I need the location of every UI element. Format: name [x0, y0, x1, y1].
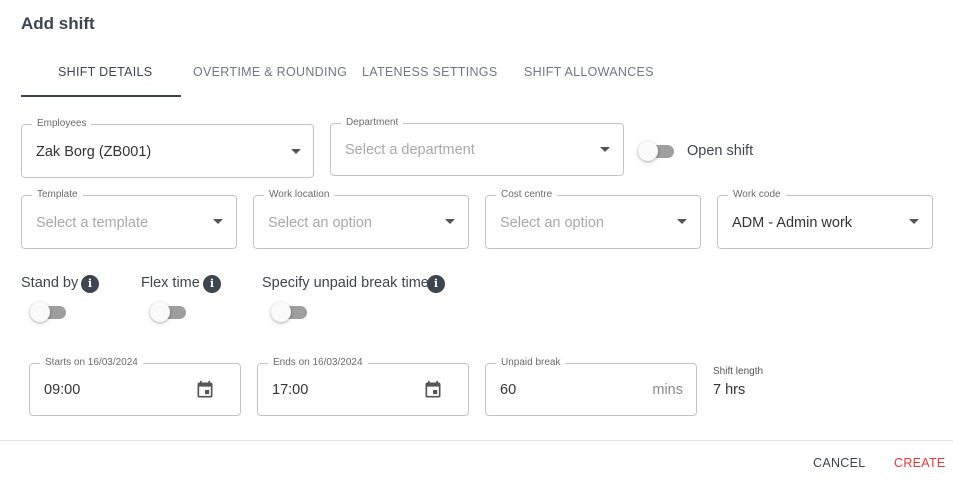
toggle-thumb — [30, 302, 50, 322]
info-icon[interactable]: i — [203, 275, 221, 293]
template-placeholder: Select a template — [36, 215, 149, 231]
start-time-value: 09:00 — [44, 382, 81, 398]
open-shift-label: Open shift — [687, 143, 754, 159]
chevron-down-icon — [909, 219, 919, 224]
cost-centre-placeholder: Select an option — [500, 215, 604, 231]
work-location-select[interactable]: Work location Select an option — [253, 189, 469, 249]
unpaid-break-suffix: mins — [652, 382, 683, 398]
dialog-title: Add shift — [21, 14, 95, 33]
work-code-select[interactable]: Work code ADM - Admin work — [717, 189, 933, 249]
unpaid-break-value: 60 — [500, 382, 517, 398]
unpaid-break-input[interactable]: Unpaid break 60 mins — [485, 357, 697, 416]
chevron-down-icon — [677, 219, 687, 224]
shift-length-value: 7 hrs — [713, 382, 746, 398]
end-time-field[interactable]: Ends on 16/03/2024 17:00 — [257, 357, 469, 416]
info-icon[interactable]: i — [427, 275, 445, 293]
chevron-down-icon — [213, 219, 223, 224]
stand-by-toggle[interactable] — [30, 302, 66, 322]
shift-length-label: Shift length — [713, 366, 764, 377]
work-location-placeholder: Select an option — [268, 215, 372, 231]
info-icon[interactable]: i — [81, 275, 99, 293]
calendar-icon[interactable] — [423, 380, 443, 400]
tab-shift-allowances[interactable]: SHIFT ALLOWANCES — [524, 65, 654, 79]
employees-value: Zak Borg (ZB001) — [36, 144, 152, 160]
cost-centre-label: Cost centre — [496, 189, 558, 201]
department-select[interactable]: Department Select a department — [330, 117, 624, 176]
chevron-down-icon — [600, 147, 610, 152]
end-time-value: 17:00 — [272, 382, 309, 398]
template-label: Template — [32, 189, 83, 201]
department-placeholder: Select a department — [345, 142, 475, 158]
flex-time-label: Flex time — [141, 275, 200, 291]
open-shift-toggle[interactable] — [638, 141, 674, 161]
chevron-down-icon — [291, 149, 301, 154]
employees-select[interactable]: Employees Zak Borg (ZB001) — [21, 118, 314, 178]
flex-time-toggle[interactable] — [150, 302, 186, 322]
unpaid-break-toggle[interactable] — [271, 302, 307, 322]
tab-overtime-rounding[interactable]: OVERTIME & ROUNDING — [193, 65, 347, 79]
cost-centre-select[interactable]: Cost centre Select an option — [485, 189, 701, 249]
toggle-thumb — [150, 302, 170, 322]
template-select[interactable]: Template Select a template — [21, 189, 237, 249]
cancel-button[interactable]: CANCEL — [813, 456, 866, 470]
unpaid-break-toggle-label: Specify unpaid break time — [262, 275, 429, 291]
work-location-label: Work location — [264, 189, 335, 201]
active-tab-indicator — [21, 95, 181, 97]
department-label: Department — [341, 117, 404, 129]
stand-by-label: Stand by — [21, 275, 79, 291]
work-code-label: Work code — [728, 189, 786, 201]
create-button[interactable]: CREATE — [894, 456, 946, 470]
employees-label: Employees — [32, 118, 92, 130]
toggle-thumb — [638, 141, 658, 161]
tab-shift-details[interactable]: SHIFT DETAILS — [58, 65, 152, 79]
tab-lateness-settings[interactable]: LATENESS SETTINGS — [362, 65, 497, 79]
footer-divider — [0, 440, 953, 441]
start-time-label: Starts on 16/03/2024 — [40, 357, 143, 369]
work-code-value: ADM - Admin work — [732, 215, 853, 231]
toggle-thumb — [271, 302, 291, 322]
unpaid-break-label: Unpaid break — [496, 357, 566, 369]
chevron-down-icon — [445, 219, 455, 224]
start-time-field[interactable]: Starts on 16/03/2024 09:00 — [29, 357, 241, 416]
end-time-label: Ends on 16/03/2024 — [268, 357, 368, 369]
calendar-icon[interactable] — [195, 380, 215, 400]
